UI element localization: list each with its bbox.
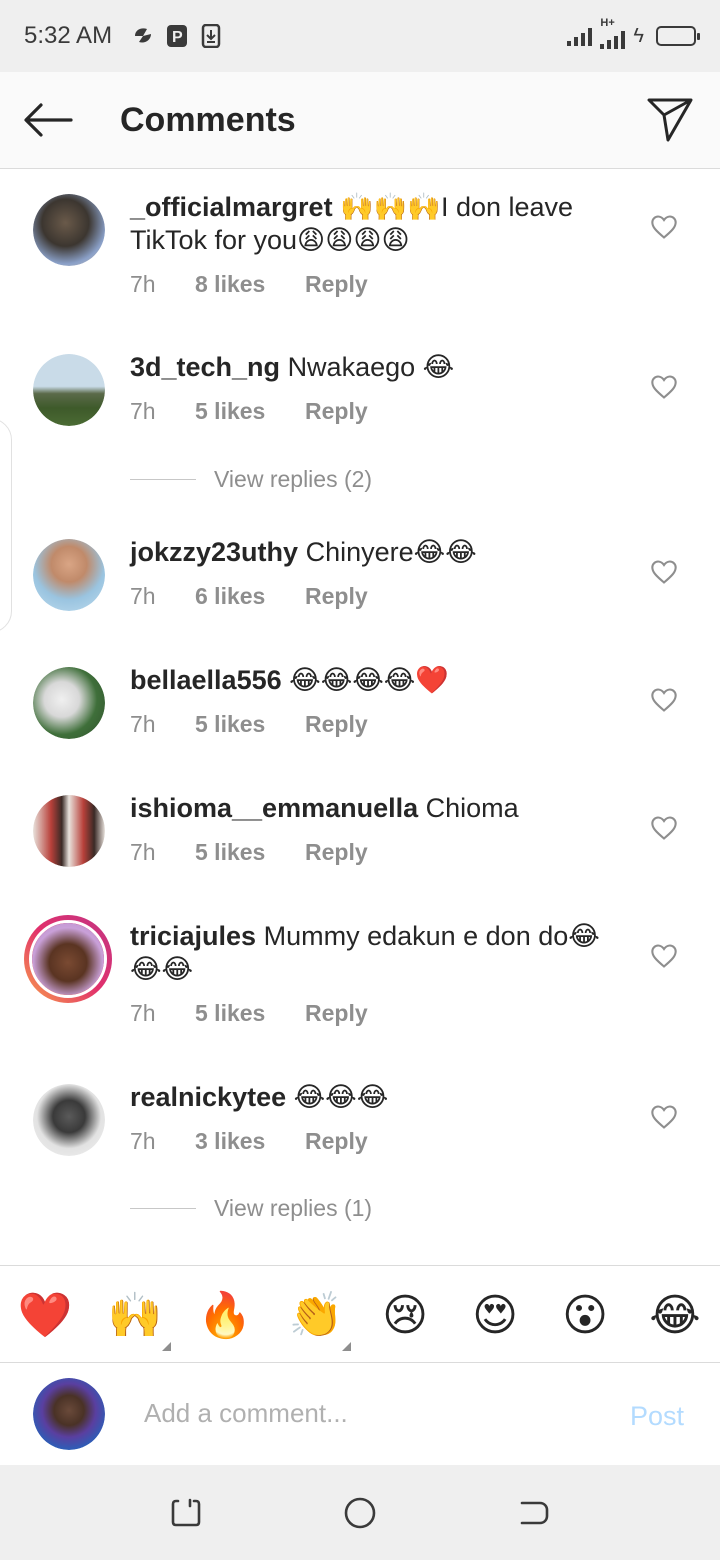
view-replies-button[interactable]: View replies (1): [130, 1195, 372, 1222]
avatar[interactable]: [33, 354, 105, 426]
direct-send-icon: [647, 98, 693, 142]
recent-apps-icon[interactable]: [168, 1495, 204, 1531]
comment-likes[interactable]: 5 likes: [195, 398, 305, 425]
data-saver-icon: [130, 22, 156, 50]
like-heart-icon[interactable]: [650, 686, 678, 714]
like-heart-icon[interactable]: [650, 814, 678, 842]
comment-likes[interactable]: 5 likes: [195, 1000, 305, 1027]
comment-likes[interactable]: 8 likes: [195, 271, 305, 298]
comment-time: 7h: [130, 583, 156, 609]
divider: [130, 479, 196, 480]
header: Comments: [0, 72, 720, 169]
download-icon: [198, 22, 224, 50]
emoji-crying-button[interactable]: 😢: [377, 1288, 433, 1344]
like-heart-icon[interactable]: [650, 942, 678, 970]
comment-username[interactable]: _officialmargret: [130, 192, 333, 222]
comment-username[interactable]: triciajules: [130, 921, 256, 951]
comment-username[interactable]: ishioma__emmanuella: [130, 793, 418, 823]
avatar[interactable]: [33, 667, 105, 739]
comment-time: 7h: [130, 839, 156, 865]
avatar[interactable]: [33, 795, 105, 867]
comment-time: 7h: [130, 711, 156, 737]
emoji-quick-bar: ❤️ 🙌 🔥 👏 😢 😍 😮 😂: [0, 1265, 720, 1363]
divider: [130, 1208, 196, 1209]
like-heart-icon[interactable]: [650, 373, 678, 401]
emoji-clapping-button[interactable]: 👏: [288, 1288, 344, 1344]
comment-username[interactable]: bellaella556: [130, 665, 282, 695]
comment-likes[interactable]: 3 likes: [195, 1128, 305, 1155]
avatar[interactable]: [33, 1084, 105, 1156]
home-icon[interactable]: [342, 1495, 378, 1531]
comment-likes[interactable]: 5 likes: [195, 711, 305, 738]
charging-icon: ϟ: [633, 24, 644, 47]
signal-icon: [567, 26, 593, 46]
skin-tone-indicator-icon: [162, 1342, 171, 1351]
comment-text: 😂😂😂: [293, 1082, 389, 1112]
reply-button[interactable]: Reply: [305, 1128, 368, 1155]
comment-likes[interactable]: 5 likes: [195, 839, 305, 866]
comment-time: 7h: [130, 271, 156, 297]
reply-button[interactable]: Reply: [305, 271, 368, 298]
share-button[interactable]: [620, 72, 720, 169]
avatar-story-ring[interactable]: [24, 915, 112, 1003]
comment-text: 😂😂😂😂❤️: [289, 665, 449, 695]
comment-text: Chinyere😂😂: [305, 537, 477, 567]
emoji-raising-hands-button[interactable]: 🙌: [107, 1288, 163, 1344]
emoji-heart-eyes-button[interactable]: 😍: [467, 1288, 523, 1344]
comment-username[interactable]: 3d_tech_ng: [130, 352, 280, 382]
signal-h-plus-icon: H+: [600, 17, 626, 49]
avatar[interactable]: [33, 194, 105, 266]
parking-icon: P: [164, 22, 190, 50]
comment-text: Chioma: [425, 793, 519, 823]
emoji-laughing-button[interactable]: 😂: [647, 1288, 703, 1344]
battery-icon: [656, 26, 700, 46]
like-heart-icon[interactable]: [650, 213, 678, 241]
system-nav-bar: [0, 1465, 720, 1560]
emoji-heart-button[interactable]: ❤️: [17, 1288, 73, 1344]
comment-text: Nwakaego 😂: [287, 352, 455, 382]
current-user-avatar[interactable]: [33, 1378, 105, 1450]
status-bar: 5:32 AM P H+ ϟ: [0, 0, 720, 72]
emoji-fire-button[interactable]: 🔥: [197, 1288, 253, 1344]
svg-text:P: P: [172, 29, 183, 46]
comment-username[interactable]: realnickytee: [130, 1082, 286, 1112]
reply-button[interactable]: Reply: [305, 583, 368, 610]
post-button[interactable]: Post: [630, 1401, 684, 1432]
comment-time: 7h: [130, 1000, 156, 1026]
comment-likes[interactable]: 6 likes: [195, 583, 305, 610]
page-title: Comments: [120, 100, 296, 139]
reply-button[interactable]: Reply: [305, 398, 368, 425]
reply-button[interactable]: Reply: [305, 1000, 368, 1027]
comment-time: 7h: [130, 398, 156, 424]
like-heart-icon[interactable]: [650, 558, 678, 586]
comment-input[interactable]: [144, 1391, 584, 1435]
comment-username[interactable]: jokzzy23uthy: [130, 537, 298, 567]
view-replies-label: View replies (1): [214, 1195, 373, 1221]
view-replies-button[interactable]: View replies (2): [130, 466, 372, 493]
back-button[interactable]: [0, 72, 96, 169]
skin-tone-indicator-icon: [342, 1342, 351, 1351]
status-time: 5:32 AM: [24, 22, 113, 49]
reply-button[interactable]: Reply: [305, 839, 368, 866]
side-panel-handle[interactable]: [0, 418, 12, 633]
comment-time: 7h: [130, 1128, 156, 1154]
back-arrow-icon: [24, 103, 73, 137]
back-nav-icon[interactable]: [516, 1495, 552, 1531]
like-heart-icon[interactable]: [650, 1103, 678, 1131]
comment-composer: Post: [0, 1363, 720, 1465]
view-replies-label: View replies (2): [214, 466, 373, 492]
avatar[interactable]: [33, 539, 105, 611]
comments-list[interactable]: _officialmargret 🙌🙌🙌I don leave TikTok f…: [0, 170, 720, 1265]
emoji-surprised-button[interactable]: 😮: [557, 1288, 613, 1344]
reply-button[interactable]: Reply: [305, 711, 368, 738]
